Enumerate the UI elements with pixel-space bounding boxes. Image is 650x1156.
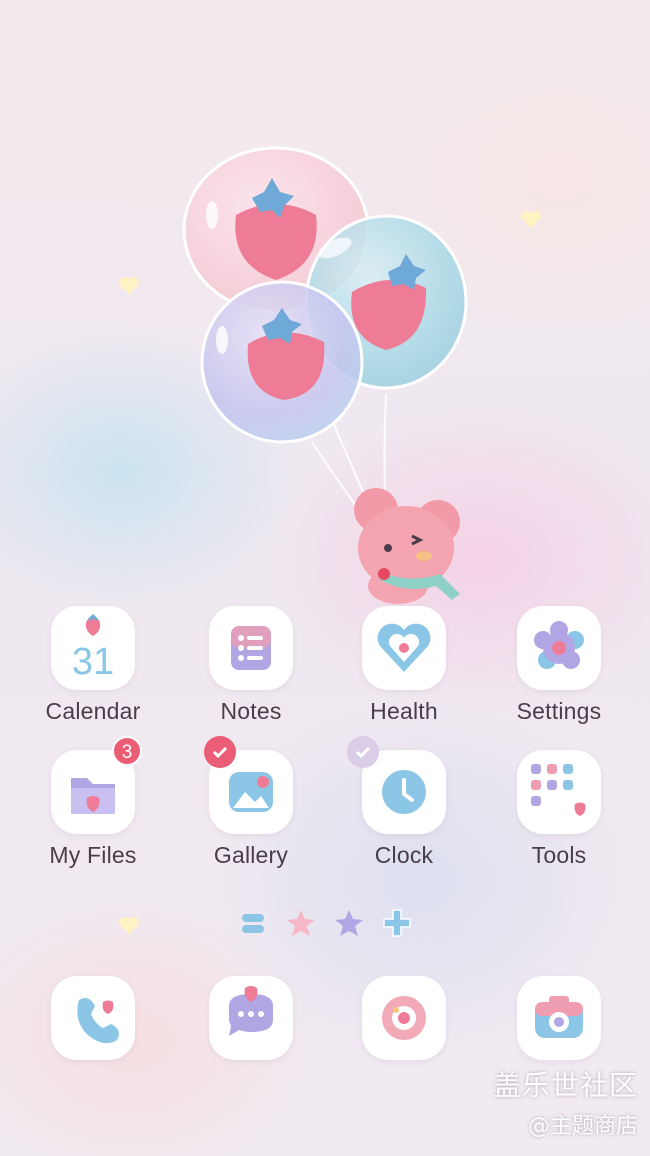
- app-tile[interactable]: [517, 976, 601, 1060]
- tools-folder-icon: [531, 764, 586, 816]
- heart-decoration: [521, 210, 541, 229]
- app-tile[interactable]: [517, 750, 601, 834]
- app-label: Gallery: [213, 842, 289, 868]
- app-my-files[interactable]: 3 My Files: [18, 736, 168, 869]
- app-label: Clock: [374, 842, 434, 868]
- app-tile[interactable]: [209, 976, 293, 1060]
- app-label: My Files: [49, 842, 137, 868]
- page-dot-home-icon[interactable]: [236, 906, 270, 940]
- messages-icon: [229, 986, 273, 1036]
- health-icon: [377, 623, 431, 672]
- app-tile[interactable]: [517, 606, 601, 690]
- app-gallery[interactable]: Gallery: [176, 736, 326, 869]
- notification-badge: 3: [112, 736, 142, 766]
- app-label: Settings: [516, 698, 602, 724]
- bear-character: [354, 488, 460, 604]
- app-tile[interactable]: [362, 976, 446, 1060]
- watermark-main: 盖乐世社区: [492, 1069, 638, 1102]
- calendar-date-text: 31: [72, 641, 114, 683]
- calendar-icon: 31: [72, 613, 114, 683]
- settings-icon: [534, 621, 584, 669]
- camera-icon: [535, 996, 583, 1038]
- app-tile[interactable]: [209, 606, 293, 690]
- page-indicator[interactable]: [0, 906, 650, 940]
- app-tile[interactable]: 31: [51, 606, 135, 690]
- app-notes[interactable]: Notes: [176, 606, 326, 725]
- watermark: 盖乐世社区 @主题商店: [493, 1064, 638, 1140]
- app-tile[interactable]: [51, 976, 135, 1060]
- app-clock[interactable]: Clock: [329, 736, 479, 869]
- dock-internet[interactable]: [329, 976, 479, 1060]
- app-tools-folder[interactable]: Tools: [484, 750, 634, 869]
- check-icon: [212, 746, 228, 759]
- phone-icon: [77, 998, 119, 1044]
- check-icon: [355, 746, 371, 759]
- app-tile[interactable]: [362, 606, 446, 690]
- app-label: Tools: [531, 842, 587, 868]
- app-health[interactable]: Health: [329, 606, 479, 725]
- page-dot-star-icon[interactable]: [284, 906, 318, 940]
- heart-decoration: [119, 276, 139, 295]
- check-badge: [347, 736, 379, 768]
- app-label: Health: [370, 698, 438, 724]
- dock-camera[interactable]: [484, 976, 634, 1060]
- page-dot-star-icon[interactable]: [332, 906, 366, 940]
- app-settings[interactable]: Settings: [484, 606, 634, 725]
- page-dot-plus-icon[interactable]: [380, 906, 414, 940]
- dock-phone[interactable]: [18, 976, 168, 1060]
- app-label: Calendar: [45, 698, 141, 724]
- dock-messages[interactable]: [176, 976, 326, 1060]
- app-label: Notes: [220, 698, 282, 724]
- notes-icon: [231, 626, 271, 670]
- check-badge: [204, 736, 236, 768]
- lilac-balloon: [200, 280, 364, 444]
- watermark-sub: @主题商店: [527, 1114, 638, 1139]
- internet-icon: [382, 996, 426, 1040]
- app-calendar[interactable]: 31 Calendar: [18, 606, 168, 725]
